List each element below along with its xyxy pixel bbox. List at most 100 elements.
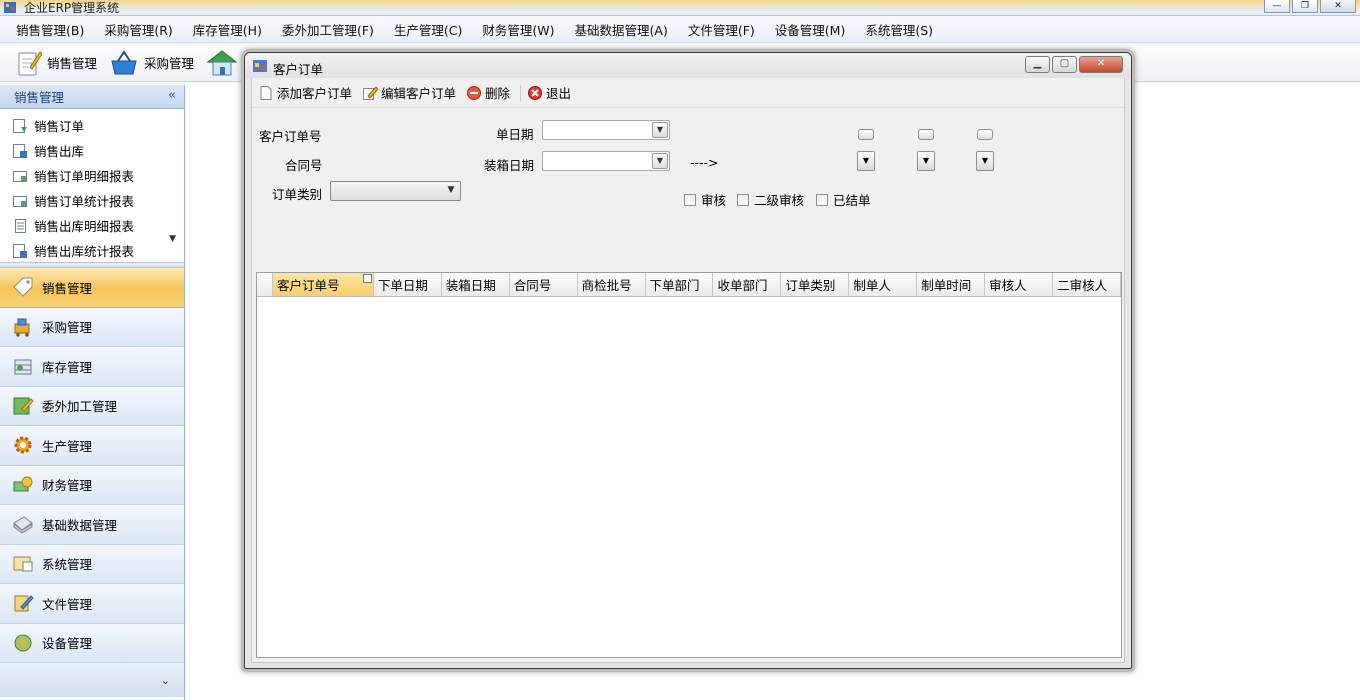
grid-column-header[interactable]: 二审核人 — [1053, 273, 1121, 296]
sidebar: 销售管理 « 销售订单 销售出库 销售订单明细报表 销售订单统计报表 销售出库明… — [0, 85, 185, 700]
toolbar-sales-button[interactable]: 销售管理 — [16, 49, 97, 77]
add-order-button[interactable]: 添加客户订单 — [258, 83, 352, 102]
checkbox-box — [737, 193, 749, 206]
checkbox-box — [684, 193, 696, 206]
nav-group-inventory[interactable]: 库存管理 — [0, 347, 184, 387]
small-dropdown[interactable]: ▼ — [917, 151, 935, 171]
grid-column-header[interactable]: 审核人 — [985, 273, 1054, 296]
menu-finance[interactable]: 财务管理(W) — [472, 20, 564, 39]
orders-grid[interactable]: 客户订单号 下单日期 装箱日期 合同号 商检批号 下单部门 收单部门 订单类别 … — [256, 272, 1122, 658]
sub-item-order-detail-report[interactable]: 销售订单明细报表 — [0, 163, 184, 188]
sub-item-label: 销售订单 — [34, 119, 85, 134]
sub-item-outbound-stats-report[interactable]: 销售出库统计报表 — [0, 238, 184, 263]
chevron-down-icon[interactable]: ⌄ — [161, 674, 170, 687]
file-edit-icon — [14, 595, 34, 612]
restore-icon[interactable]: ❐ — [1292, 0, 1318, 13]
small-button[interactable] — [977, 129, 993, 140]
close-icon[interactable]: ✕ — [1320, 0, 1356, 13]
grid-column-header[interactable]: 收单部门 — [713, 273, 782, 296]
nav-sub-list: 销售订单 销售出库 销售订单明细报表 销售订单统计报表 销售出库明细报表 销售出… — [0, 109, 184, 262]
nav-group-purchase[interactable]: 采购管理 — [0, 307, 184, 347]
packing-date-picker[interactable]: ▼ — [542, 151, 670, 171]
grid-column-header[interactable]: 装箱日期 — [442, 273, 510, 296]
sub-item-sales-order[interactable]: 销售订单 — [0, 113, 184, 138]
closed-checkbox[interactable]: 已结单 — [816, 190, 871, 209]
column-label: 审核人 — [989, 278, 1027, 293]
minimize-icon[interactable]: ▁ — [1025, 56, 1050, 73]
order-type-select[interactable]: ▼ — [330, 181, 461, 201]
nav-group-sales[interactable]: 销售管理 — [0, 268, 184, 308]
cart-icon — [14, 318, 30, 337]
sub-item-sales-outbound[interactable]: 销售出库 — [0, 138, 184, 163]
menu-system[interactable]: 系统管理(S) — [855, 20, 943, 39]
order-no-label: 客户订单号 — [259, 129, 322, 144]
menu-outsourcing[interactable]: 委外加工管理(F) — [272, 20, 384, 39]
grid-column-header[interactable]: 制单人 — [849, 273, 918, 296]
menu-basic-data[interactable]: 基础数据管理(A) — [565, 20, 678, 39]
toolbar-sales-label: 销售管理 — [47, 56, 98, 71]
maximize-icon[interactable]: ▢ — [1052, 56, 1077, 73]
order-date-picker[interactable]: ▼ — [542, 120, 670, 140]
nav-group-production[interactable]: 生产管理 — [0, 426, 184, 466]
column-label: 客户订单号 — [276, 278, 340, 293]
column-label: 商检批号 — [581, 278, 632, 293]
column-label: 收单部门 — [717, 278, 768, 293]
grid-column-header[interactable]: 下单部门 — [646, 273, 714, 296]
menu-production[interactable]: 生产管理(C) — [384, 20, 472, 39]
nav-group-system[interactable]: 系统管理 — [0, 544, 184, 584]
data-icon — [13, 516, 33, 534]
small-button[interactable] — [858, 129, 874, 140]
row-header-corner — [257, 273, 273, 296]
second-audit-checkbox-label: 二级审核 — [754, 193, 805, 208]
grid-header: 客户订单号 下单日期 装箱日期 合同号 商检批号 下单部门 收单部门 订单类别 … — [257, 273, 1121, 297]
menu-files[interactable]: 文件管理(F) — [678, 20, 765, 39]
exit-label: 退出 — [546, 86, 572, 101]
nav-group-basic-data[interactable]: 基础数据管理 — [0, 505, 184, 545]
menu-inventory[interactable]: 库存管理(H) — [183, 20, 272, 39]
selected-column-marker — [362, 274, 372, 283]
audit-checkbox[interactable]: 审核 — [684, 190, 726, 209]
toolbar-separator — [520, 84, 522, 101]
delete-button[interactable]: 删除 — [466, 83, 510, 102]
collapse-icon[interactable]: « — [168, 88, 176, 103]
order-type-label: 订单类别 — [272, 187, 323, 202]
minimize-icon[interactable]: — — [1264, 0, 1290, 13]
nav-group-outsourcing[interactable]: 委外加工管理 — [0, 386, 184, 426]
second-audit-checkbox[interactable]: 二级审核 — [737, 190, 804, 209]
scroll-down-icon[interactable]: ▼ — [169, 234, 176, 244]
delete-icon — [467, 85, 482, 100]
dialog-titlebar[interactable]: 客户订单 ▁ ▢ ✕ — [245, 53, 1131, 78]
form-icon — [13, 118, 27, 133]
menu-equipment[interactable]: 设备管理(M) — [765, 20, 856, 39]
range-arrow: ----> — [690, 155, 719, 170]
nav-group-files[interactable]: 文件管理 — [0, 584, 184, 624]
sub-item-outbound-detail-report[interactable]: 销售出库明细报表 — [0, 213, 184, 238]
nav-group-label: 设备管理 — [42, 636, 93, 652]
grid-column-header[interactable]: 客户订单号 — [272, 273, 374, 296]
grid-column-header[interactable]: 订单类别 — [781, 273, 850, 296]
column-label: 合同号 — [513, 278, 552, 293]
checkbox-box — [816, 193, 828, 206]
edit-order-button[interactable]: 编辑客户订单 — [362, 83, 456, 102]
nav-group-equipment[interactable]: 设备管理 — [0, 623, 184, 663]
grid-column-header[interactable]: 下单日期 — [374, 273, 442, 296]
menu-sales[interactable]: 销售管理(B) — [6, 20, 94, 39]
gear-icon — [14, 436, 32, 454]
small-button[interactable] — [918, 129, 934, 140]
grid-column-header[interactable]: 制单时间 — [917, 273, 986, 296]
sub-item-order-stats-report[interactable]: 销售订单统计报表 — [0, 188, 184, 213]
close-icon[interactable]: ✕ — [1079, 56, 1123, 73]
nav-group-finance[interactable]: 财务管理 — [0, 465, 184, 505]
edit-icon — [363, 85, 379, 100]
exit-button[interactable]: 退出 — [527, 83, 571, 102]
toolbar-purchase-button[interactable]: 采购管理 — [109, 49, 194, 77]
edit-form-icon — [13, 397, 34, 415]
nav-group-label: 库存管理 — [42, 359, 93, 375]
grid-column-header[interactable]: 合同号 — [510, 273, 578, 296]
document-icon — [15, 218, 26, 233]
grid-column-header[interactable]: 商检批号 — [578, 273, 646, 296]
small-dropdown[interactable]: ▼ — [976, 151, 994, 171]
menu-purchase[interactable]: 采购管理(R) — [94, 20, 182, 39]
small-dropdown[interactable]: ▼ — [857, 151, 875, 171]
dialog-window-controls: ▁ ▢ ✕ — [1025, 56, 1123, 73]
